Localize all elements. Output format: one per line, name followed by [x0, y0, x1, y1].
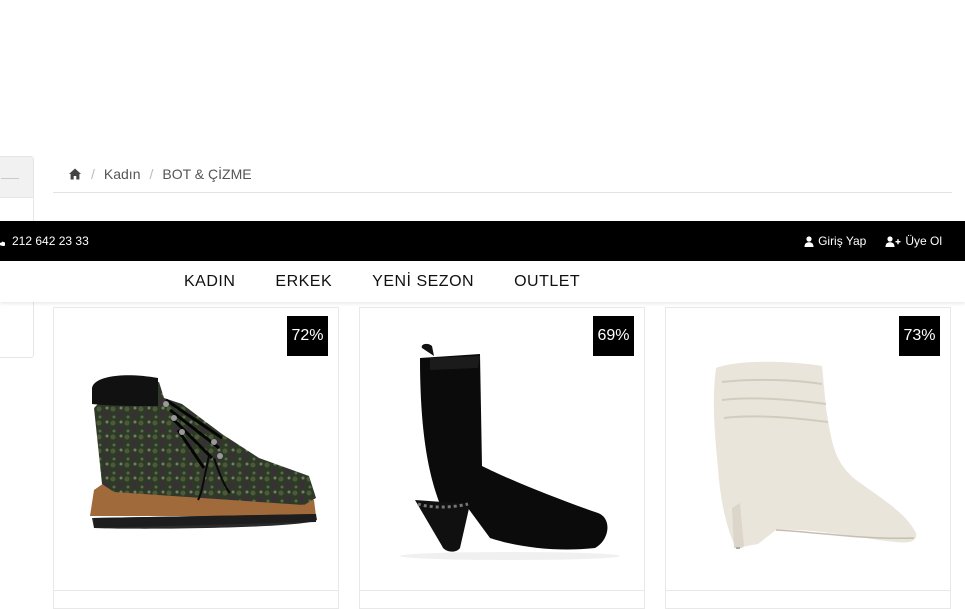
user-plus-icon — [885, 235, 901, 247]
nav-item-kadin[interactable]: KADIN — [184, 273, 235, 291]
phone-number: 212 642 23 33 — [12, 234, 89, 248]
home-icon[interactable] — [68, 167, 82, 181]
login-label: Giriş Yap — [818, 234, 867, 248]
register-link[interactable]: Üye Ol — [885, 234, 942, 248]
discount-badge: 73% — [899, 316, 940, 356]
breadcrumb-separator: / — [149, 166, 154, 182]
card-divider — [360, 590, 644, 591]
breadcrumb-separator: / — [91, 166, 95, 182]
phone-icon — [0, 241, 5, 246]
product-card[interactable]: 69% — [359, 307, 645, 609]
nav-item-outlet[interactable]: OUTLET — [514, 273, 580, 291]
main-navigation: KADIN ERKEK YENİ SEZON OUTLET — [0, 261, 965, 302]
register-label: Üye Ol — [905, 234, 942, 248]
user-icon — [804, 235, 814, 247]
card-divider — [54, 590, 338, 591]
phone-contact[interactable]: 212 642 23 33 — [0, 234, 89, 248]
discount-badge: 72% — [287, 316, 328, 356]
account-links: Giriş Yap Üye Ol — [804, 234, 942, 248]
top-bar: 212 642 23 33 Giriş Yap Üye Ol — [0, 221, 965, 261]
discount-badge: 69% — [593, 316, 634, 356]
product-card[interactable]: 72% — [53, 307, 339, 609]
breadcrumb-item-kadin[interactable]: Kadın — [104, 166, 141, 182]
login-link[interactable]: Giriş Yap — [804, 234, 866, 248]
breadcrumb: / Kadın / BOT & ÇİZME — [53, 156, 952, 193]
product-card[interactable]: 73% — [665, 307, 951, 609]
breadcrumb-item-current: BOT & ÇİZME — [162, 166, 252, 182]
nav-item-yeni-sezon[interactable]: YENİ SEZON — [372, 273, 474, 291]
nav-item-erkek[interactable]: ERKEK — [275, 273, 332, 291]
sidebar-filter-header[interactable] — [0, 157, 33, 198]
card-divider — [666, 590, 950, 591]
